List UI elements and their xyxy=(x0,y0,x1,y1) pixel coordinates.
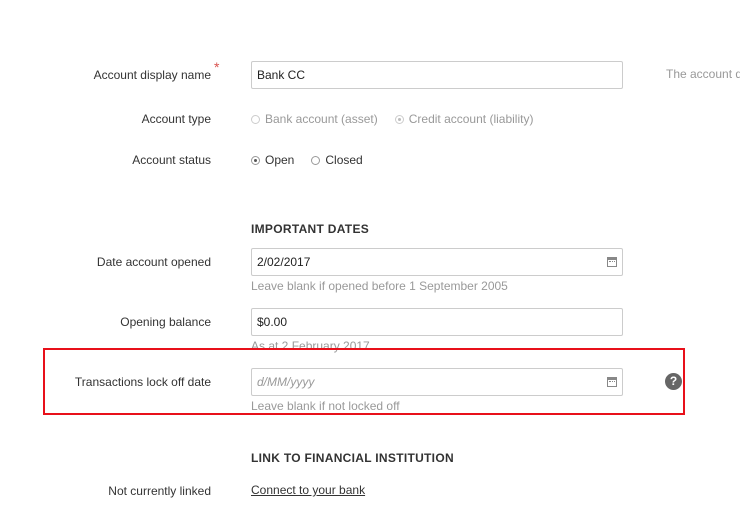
help-icon[interactable]: ? xyxy=(665,373,682,390)
account-type-label: Account type xyxy=(141,112,211,126)
lock-off-date-hint: Leave blank if not locked off xyxy=(251,399,400,413)
account-status-label: Account status xyxy=(132,153,211,167)
account-status-open-radio[interactable]: Open xyxy=(251,153,294,167)
radio-checked-icon xyxy=(251,155,260,165)
radio-checked-icon xyxy=(394,114,404,124)
lock-off-date-placeholder: d/MM/yyyy xyxy=(257,375,315,389)
account-display-name-label: Account display name xyxy=(93,68,211,82)
radio-unchecked-icon xyxy=(251,114,260,124)
date-opened-label: Date account opened xyxy=(96,255,211,269)
lock-off-date-label: Transactions lock off date xyxy=(74,375,211,389)
opening-balance-input[interactable]: $0.00 xyxy=(251,308,623,336)
account-status-closed-radio[interactable]: Closed xyxy=(311,153,363,167)
calendar-icon[interactable] xyxy=(607,257,617,267)
radio-unchecked-icon xyxy=(311,155,321,165)
account-type-bank-radio[interactable]: Bank account (asset) xyxy=(251,112,378,126)
account-type-radio-group: Bank account (asset) Credit account (lia… xyxy=(251,111,550,127)
financial-institution-heading: LINK TO FINANCIAL INSTITUTION xyxy=(251,451,454,465)
calendar-icon[interactable] xyxy=(607,377,617,387)
account-type-credit-label: Credit account (liability) xyxy=(408,112,534,126)
lock-off-date-input[interactable]: d/MM/yyyy xyxy=(251,368,623,396)
account-status-closed-label: Closed xyxy=(325,153,363,167)
account-display-name-input[interactable]: Bank CC xyxy=(251,61,623,89)
link-status-label: Not currently linked xyxy=(108,484,211,498)
account-display-name-help-text: The account d xyxy=(666,67,740,81)
required-marker: * xyxy=(214,59,220,75)
account-status-open-label: Open xyxy=(265,153,295,167)
important-dates-heading: IMPORTANT DATES xyxy=(251,222,370,236)
account-type-bank-label: Bank account (asset) xyxy=(265,112,378,126)
date-opened-value: 2/02/2017 xyxy=(257,255,311,269)
account-status-radio-group: Open Closed xyxy=(251,152,380,168)
account-type-credit-radio[interactable]: Credit account (liability) xyxy=(394,112,534,126)
opening-balance-label: Opening balance xyxy=(120,315,211,329)
date-opened-hint: Leave blank if opened before 1 September… xyxy=(251,279,508,293)
connect-bank-link[interactable]: Connect to your bank xyxy=(251,483,365,497)
date-opened-input[interactable]: 2/02/2017 xyxy=(251,248,623,276)
